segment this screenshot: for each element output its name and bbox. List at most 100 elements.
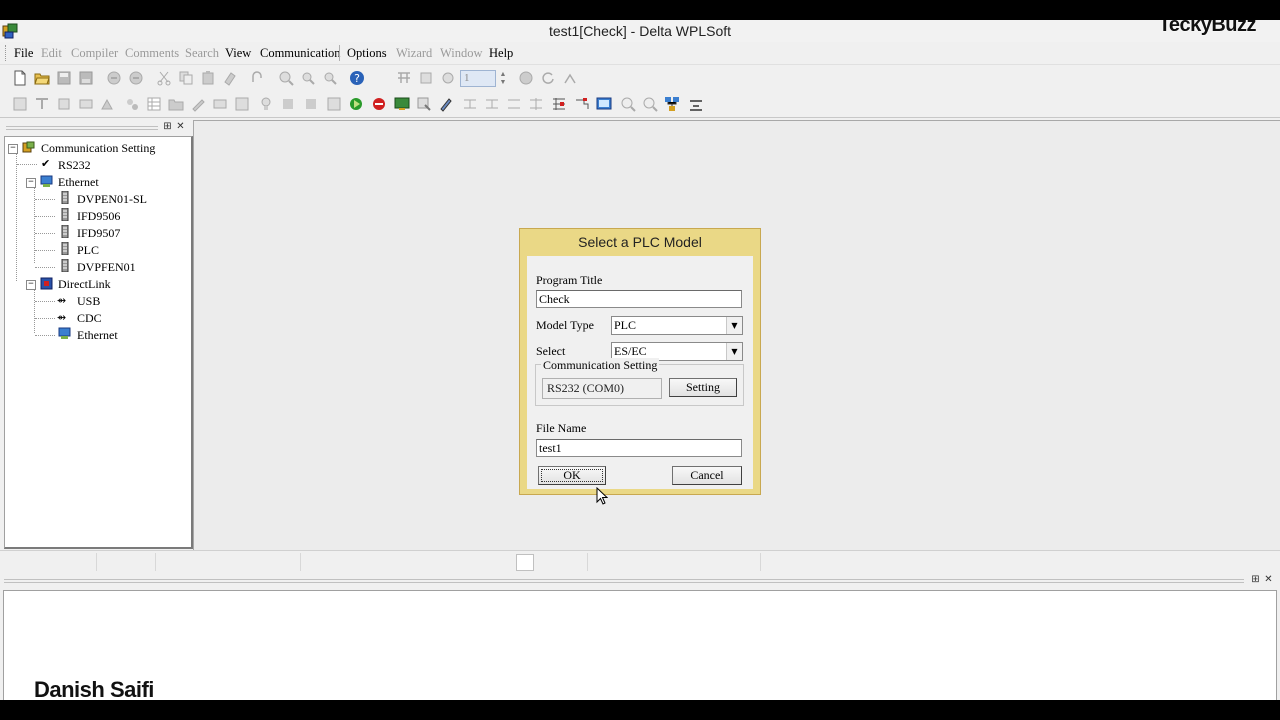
stop-icon[interactable] [518, 70, 534, 86]
trend-icon[interactable] [574, 96, 590, 112]
instruction-mode-icon[interactable] [418, 70, 434, 86]
register-edit-icon[interactable] [551, 96, 567, 112]
step-spinner[interactable]: ▲ ▼ [497, 70, 509, 87]
ladder-mode-icon[interactable] [396, 70, 412, 86]
expander-ethernet[interactable]: − [26, 178, 36, 188]
monitor-icon[interactable] [562, 70, 578, 86]
open-folder-icon[interactable] [34, 70, 50, 86]
sfc-mode-icon[interactable] [440, 70, 456, 86]
expander-root[interactable]: − [8, 144, 18, 154]
screen-icon[interactable] [596, 96, 612, 112]
dialog-body: Program Title Check Model Type PLC ▼ Sel… [527, 256, 753, 489]
compare-icon[interactable] [234, 96, 250, 112]
branch-icon[interactable] [56, 96, 72, 112]
ok-button[interactable]: OK [538, 466, 606, 485]
list-icon[interactable] [326, 96, 342, 112]
pin-icon[interactable]: ⊞ [162, 122, 173, 133]
tree-item-directlink[interactable]: DirectLink [58, 276, 111, 292]
chevron-down-icon[interactable]: ▼ [726, 343, 742, 360]
menu-search[interactable]: Search [185, 46, 219, 61]
signature-text: Danish Saifi [34, 677, 154, 700]
tree-item-communication-setting[interactable]: Communication Setting [41, 140, 155, 156]
vertical-line-icon[interactable] [100, 96, 116, 112]
tree-item-cdc[interactable]: CDC [77, 310, 102, 326]
set-on-icon[interactable] [462, 96, 478, 112]
block-icon[interactable] [280, 96, 296, 112]
horizontal-line-icon[interactable] [124, 96, 140, 112]
tree-item-usb[interactable]: USB [77, 293, 100, 309]
menu-comments[interactable]: Comments [125, 46, 179, 61]
pin-icon[interactable]: ⊞ [1250, 575, 1261, 586]
tree-item-ifd9506[interactable]: IFD9506 [77, 208, 120, 224]
new-file-icon[interactable] [12, 70, 28, 86]
tree-item-plc[interactable]: PLC [77, 242, 99, 258]
set-value-icon[interactable] [506, 96, 522, 112]
setting-button[interactable]: Setting [669, 378, 737, 397]
app-window: test1[Check] - Delta WPLSoft TeckyBuzz F… [0, 20, 1280, 700]
tree-item-dvpen01-sl[interactable]: DVPEN01-SL [77, 191, 147, 207]
set-off-icon[interactable] [484, 96, 500, 112]
align-icon[interactable] [688, 96, 704, 112]
run-icon[interactable] [348, 96, 364, 112]
cut-icon[interactable] [156, 70, 172, 86]
zoom-in-icon[interactable] [300, 70, 316, 86]
tree-item-ifd9507[interactable]: IFD9507 [77, 225, 120, 241]
contact-icon[interactable] [12, 96, 28, 112]
file-name-input[interactable]: test1 [536, 439, 742, 457]
note-icon[interactable] [212, 96, 228, 112]
pencil-icon[interactable] [438, 96, 454, 112]
refresh-icon[interactable] [540, 70, 556, 86]
tree-item-rs232[interactable]: RS232 [58, 157, 91, 173]
menu-file[interactable]: File [14, 46, 33, 61]
search-icon[interactable] [620, 96, 636, 112]
save-icon[interactable] [56, 70, 72, 86]
bulb-icon[interactable] [258, 96, 274, 112]
folder-icon[interactable] [168, 96, 184, 112]
title-bar: test1[Check] - Delta WPLSoft TeckyBuzz [0, 20, 1280, 42]
menu-communication[interactable]: Communication [260, 46, 341, 61]
delete-icon[interactable] [222, 70, 238, 86]
copy-icon[interactable] [178, 70, 194, 86]
pane-header: ⊞ ✕ [4, 122, 188, 134]
tree-item-ethernet[interactable]: Ethernet [58, 174, 99, 190]
chevron-down-icon[interactable]: ▼ [726, 317, 742, 334]
menu-window[interactable]: Window [440, 46, 483, 61]
close-icon[interactable]: ✕ [1263, 575, 1274, 586]
search-next-icon[interactable] [642, 96, 658, 112]
cancel-button[interactable]: Cancel [672, 466, 742, 485]
menu-view[interactable]: View [225, 46, 251, 61]
check-icon: ✔ [41, 157, 51, 170]
model-type-select[interactable]: PLC ▼ [611, 316, 743, 335]
reset-icon[interactable] [528, 96, 544, 112]
undo-icon[interactable] [106, 70, 122, 86]
goto-icon[interactable] [250, 70, 266, 86]
module-icon [61, 191, 69, 204]
function-icon[interactable] [78, 96, 94, 112]
expander-directlink[interactable]: − [26, 280, 36, 290]
online-monitor-icon[interactable] [394, 96, 410, 112]
block-alt-icon[interactable] [303, 96, 319, 112]
redo-icon[interactable] [128, 70, 144, 86]
menu-help[interactable]: Help [489, 46, 513, 61]
program-title-input[interactable]: Check [536, 290, 742, 308]
paste-icon[interactable] [200, 70, 216, 86]
close-icon[interactable]: ✕ [175, 122, 186, 133]
step-input[interactable]: 1 [460, 70, 496, 87]
zoom-icon[interactable] [278, 70, 294, 86]
network-icon[interactable] [664, 96, 680, 112]
menu-wizard[interactable]: Wizard [396, 46, 432, 61]
stop-plc-icon[interactable] [371, 96, 387, 112]
module-icon [61, 259, 69, 272]
pen-icon[interactable] [190, 96, 206, 112]
tree-item-directlink-ethernet[interactable]: Ethernet [77, 327, 118, 343]
menu-options[interactable]: Options [347, 46, 387, 61]
menu-compiler[interactable]: Compiler [71, 46, 118, 61]
device-monitor-icon[interactable] [416, 96, 432, 112]
coil-icon[interactable] [34, 96, 50, 112]
tree-item-dvpfen01[interactable]: DVPFEN01 [77, 259, 136, 275]
save-all-icon[interactable] [78, 70, 94, 86]
help-icon[interactable]: ? [349, 70, 365, 86]
zoom-out-icon[interactable] [322, 70, 338, 86]
table-icon[interactable] [146, 96, 162, 112]
menu-edit[interactable]: Edit [41, 46, 62, 61]
